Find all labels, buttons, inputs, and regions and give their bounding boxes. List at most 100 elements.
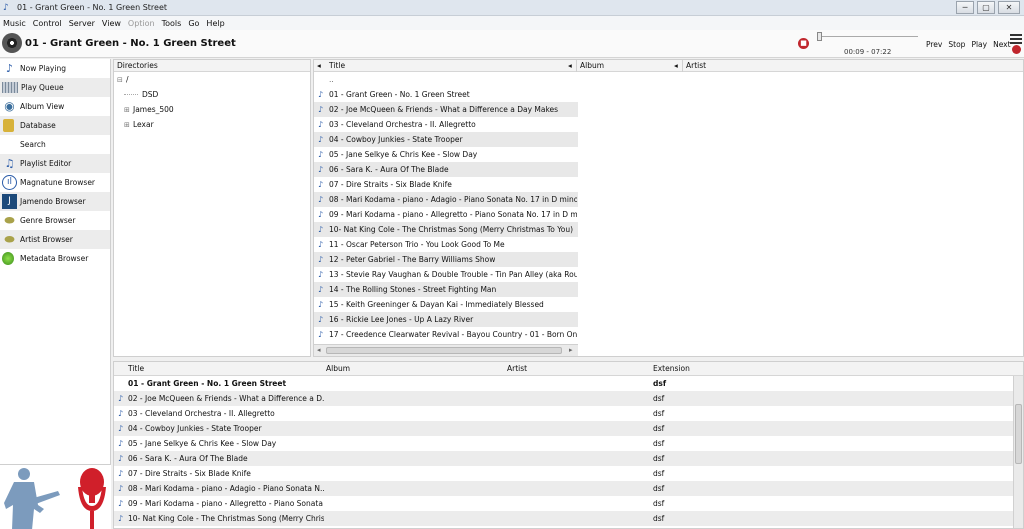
column-album[interactable]: Album	[580, 60, 604, 72]
eye-icon: ◉	[4, 99, 15, 113]
scroll-thumb[interactable]	[326, 347, 562, 354]
play-button[interactable]: Play	[971, 40, 987, 49]
playlist-row[interactable]: ♪ 07 - Dire Straits - Six Blade Knife dsf	[114, 466, 1023, 481]
sidebar-item-jamendo-browser[interactable]: J Jamendo Browser	[0, 192, 110, 211]
column-album[interactable]: Album	[326, 362, 350, 376]
menu-tools[interactable]: Tools	[162, 19, 182, 28]
row-title: 08 - Mari Kodama - piano - Adagio - Pian…	[329, 195, 577, 204]
column-artist[interactable]: Artist	[686, 60, 706, 72]
table-row[interactable]: ♪ 11 - Oscar Peterson Trio - You Look Goo…	[314, 237, 1023, 252]
music-note-icon: ♪	[118, 469, 124, 478]
column-artist[interactable]: Artist	[507, 362, 527, 376]
close-button[interactable]: ✕	[998, 1, 1020, 14]
row-title: 05 - Jane Selkye & Chris Kee - Slow Day	[329, 150, 478, 159]
seek-thumb[interactable]	[817, 32, 822, 41]
column-sort-icon[interactable]: ◂	[317, 60, 321, 72]
row-title: 03 - Cleveland Orchestra - II. Allegrett…	[329, 120, 476, 129]
window-controls: ─ ▢ ✕	[956, 1, 1020, 14]
table-row[interactable]: ♪ 17 - Creedence Clearwater Revival - Bay…	[314, 327, 1023, 342]
sidebar-item-label: Jamendo Browser	[20, 197, 86, 206]
collapse-icon[interactable]: ⊟	[117, 76, 126, 84]
column-sort-icon[interactable]: ◂	[674, 60, 678, 72]
table-row[interactable]: ♪ 03 - Cleveland Orchestra - II. Allegret…	[314, 117, 1023, 132]
maximize-button[interactable]: ▢	[977, 1, 995, 14]
vertical-scrollbar[interactable]	[1013, 376, 1023, 528]
sidebar-item-play-queue[interactable]: Play Queue	[0, 78, 110, 97]
tree-root[interactable]: ⊟ /	[114, 72, 310, 87]
sidebar-item-database[interactable]: Database	[0, 116, 110, 135]
table-row[interactable]: ♪ 09 - Mari Kodama - piano - Allegretto -…	[314, 207, 1023, 222]
scroll-left-icon[interactable]: ◂	[317, 345, 321, 356]
stop-after-icon[interactable]: ■	[798, 38, 809, 49]
expand-icon[interactable]: ⊞	[124, 121, 133, 129]
expand-icon[interactable]: ⊞	[124, 106, 133, 114]
menu-music[interactable]: Music	[3, 19, 26, 28]
menu-view[interactable]: View	[102, 19, 121, 28]
music-note-icon: ♪	[318, 135, 324, 144]
sidebar-item-artist-browser[interactable]: ⬬ Artist Browser	[0, 230, 110, 249]
parent-directory-row[interactable]: ..	[314, 72, 1023, 87]
sidebar-item-search[interactable]: Search	[0, 135, 110, 154]
table-row[interactable]: ♪ 02 - Joe McQueen & Friends - What a Dif…	[314, 102, 1023, 117]
playlist-row[interactable]: ♪ 06 - Sara K. - Aura Of The Blade dsf	[114, 451, 1023, 466]
table-row[interactable]: ♪ 08 - Mari Kodama - piano - Adagio - Pia…	[314, 192, 1023, 207]
music-note-icon: ♪	[118, 394, 124, 403]
tree-item-james-500[interactable]: ⊞ James_500	[114, 102, 310, 117]
minimize-button[interactable]: ─	[956, 1, 974, 14]
tree-item-dsd[interactable]: DSD	[114, 87, 310, 102]
playlist-row[interactable]: ♪ 10- Nat King Cole - The Christmas Song …	[114, 511, 1023, 526]
table-row[interactable]: ♪ 16 - Rickie Lee Jones - Up A Lazy River	[314, 312, 1023, 327]
playlist-row[interactable]: ♪ 09 - Mari Kodama - piano - Allegretto -…	[114, 496, 1023, 511]
table-row[interactable]: ♪ 10- Nat King Cole - The Christmas Song …	[314, 222, 1023, 237]
stop-button[interactable]: Stop	[948, 40, 965, 49]
music-note-icon: ♪	[318, 285, 324, 294]
table-row[interactable]: ♪ 05 - Jane Selkye & Chris Kee - Slow Day	[314, 147, 1023, 162]
tree-item-lexar[interactable]: ⊞ Lexar	[114, 117, 310, 132]
music-note-icon: ♪	[318, 330, 324, 339]
row-title: 03 - Cleveland Orchestra - II. Allegrett…	[128, 409, 275, 418]
menu-go[interactable]: Go	[188, 19, 199, 28]
sidebar-item-playlist-editor[interactable]: ♫ Playlist Editor	[0, 154, 110, 173]
horizontal-scrollbar[interactable]: ◂ ▸	[314, 344, 578, 356]
column-title[interactable]: Title	[128, 362, 144, 376]
database-icon	[2, 118, 17, 133]
menu-server[interactable]: Server	[69, 19, 95, 28]
column-extension[interactable]: Extension	[653, 362, 690, 376]
playlist-row[interactable]: 01 - Grant Green - No. 1 Green Street dsf	[114, 376, 1023, 391]
table-row[interactable]: ♪ 07 - Dire Straits - Six Blade Knife	[314, 177, 1023, 192]
playlist-row[interactable]: ♪ 05 - Jane Selkye & Chris Kee - Slow Day…	[114, 436, 1023, 451]
table-row[interactable]: ♪ 06 - Sara K. - Aura Of The Blade	[314, 162, 1023, 177]
time-readout: 00:09 - 07:22	[844, 48, 892, 56]
scroll-right-icon[interactable]: ▸	[569, 345, 573, 356]
playlist-row[interactable]: ♪ 02 - Joe McQueen & Friends - What a Dif…	[114, 391, 1023, 406]
table-row[interactable]: ♪ 01 - Grant Green - No. 1 Green Street	[314, 87, 1023, 102]
directories-panel: Directories ⊟ / DSD ⊞ James_500 ⊞ Lexar	[113, 59, 311, 357]
next-button[interactable]: Next	[993, 40, 1010, 49]
column-sort-icon[interactable]: ◂	[568, 60, 572, 72]
seek-slider[interactable]	[818, 36, 918, 40]
column-title[interactable]: Title	[329, 60, 345, 72]
table-row[interactable]: ♪ 14 - The Rolling Stones - Street Fighti…	[314, 282, 1023, 297]
sidebar-item-now-playing[interactable]: ♪ Now Playing	[0, 59, 110, 78]
sidebar-item-label: Album View	[20, 102, 65, 111]
table-row[interactable]: ♪ 13 - Stevie Ray Vaughan & Double Troubl…	[314, 267, 1023, 282]
scroll-thumb[interactable]	[1015, 404, 1022, 464]
menu-help[interactable]: Help	[206, 19, 224, 28]
row-title: 09 - Mari Kodama - piano - Allegretto - …	[128, 499, 324, 508]
file-browser-panel: ◂ Title ◂ Album ◂ Artist .. ♪ 01 - Grant G…	[313, 59, 1024, 357]
menu-control[interactable]: Control	[33, 19, 62, 28]
sidebar-item-metadata-browser[interactable]: Metadata Browser	[0, 249, 110, 268]
tag-icon: ⬬	[4, 232, 15, 246]
playlist-row[interactable]: ♪ 04 - Cowboy Junkies - State Trooper dsf	[114, 421, 1023, 436]
sidebar-item-magnatune-browser[interactable]: ıl Magnatune Browser	[0, 173, 110, 192]
table-row[interactable]: ♪ 04 - Cowboy Junkies - State Trooper	[314, 132, 1023, 147]
playlist-row[interactable]: ♪ 03 - Cleveland Orchestra - II. Allegret…	[114, 406, 1023, 421]
sidebar-item-genre-browser[interactable]: ⬬ Genre Browser	[0, 211, 110, 230]
playlist-row[interactable]: ♪ 08 - Mari Kodama - piano - Adagio - Pia…	[114, 481, 1023, 496]
table-row[interactable]: ♪ 15 - Keith Greeninger & Dayan Kai - Imm…	[314, 297, 1023, 312]
prev-button[interactable]: Prev	[926, 40, 942, 49]
row-title: 02 - Joe McQueen & Friends - What a Diff…	[128, 394, 324, 403]
main-menu-icon[interactable]	[1010, 34, 1022, 54]
sidebar-item-album-view[interactable]: ◉ Album View	[0, 97, 110, 116]
table-row[interactable]: ♪ 12 - Peter Gabriel - The Barry Williams…	[314, 252, 1023, 267]
